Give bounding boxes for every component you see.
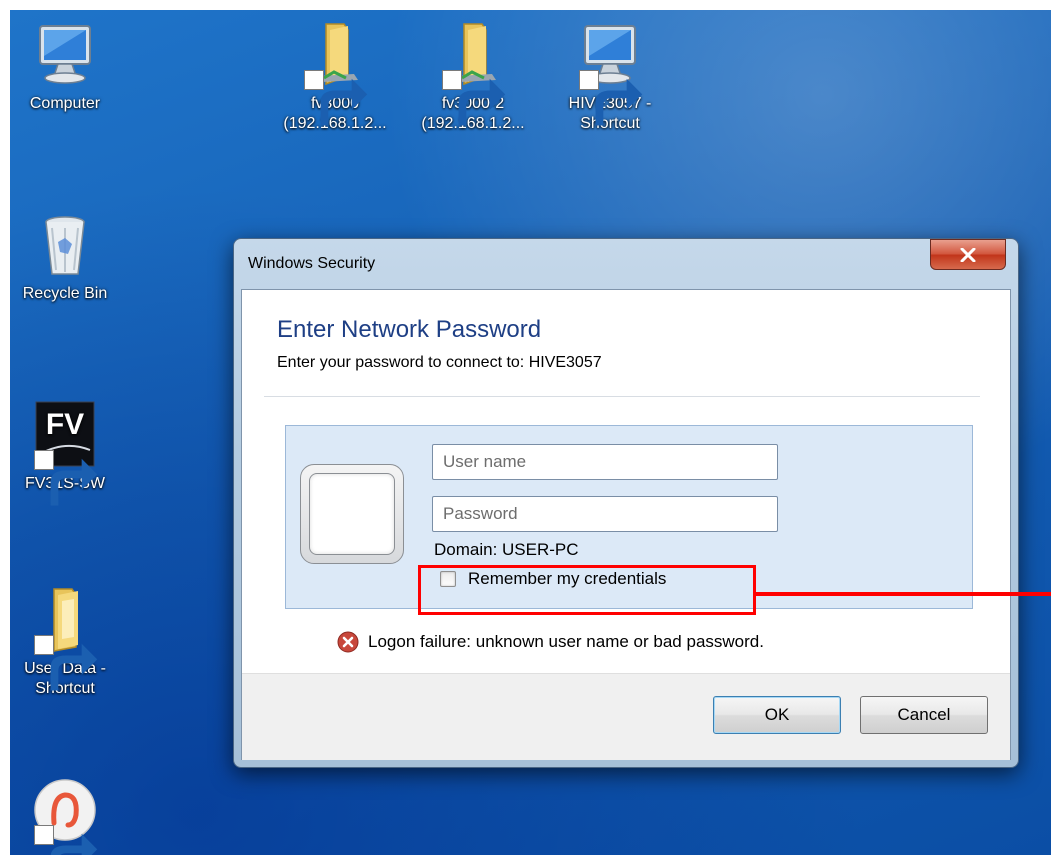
fv-app-icon: FV (30, 400, 100, 506)
username-input[interactable] (432, 444, 778, 480)
computer-monitor-icon (575, 20, 645, 126)
desktop-icon-computer[interactable]: Computer (10, 20, 120, 114)
folder-icon (30, 585, 100, 691)
cancel-button[interactable]: Cancel (860, 696, 988, 734)
shortcut-arrow-icon (579, 70, 643, 126)
domain-label: Domain: USER-PC (434, 540, 579, 559)
error-message: Logon failure: unknown user name or bad … (368, 632, 764, 651)
separator (264, 396, 980, 397)
desktop-icon-recycle-bin[interactable]: Recycle Bin (10, 210, 120, 304)
app-circle-icon (30, 775, 100, 855)
desktop-icon-hive3057[interactable]: HIVE3057 - Shortcut (555, 20, 665, 134)
dialog-subtext: Enter your password to connect to: HIVE3… (277, 354, 602, 371)
dialog-heading: Enter Network Password (277, 316, 542, 343)
annotation-highlight-box (418, 565, 756, 615)
ok-button[interactable]: OK (713, 696, 841, 734)
desktop-icon-fv31s-sw[interactable]: FV FV31S-SW (10, 400, 120, 506)
fv-logo-text: FV (46, 408, 84, 441)
desktop-icon-app[interactable] (10, 775, 120, 855)
shortcut-arrow-icon (34, 635, 98, 691)
error-icon (337, 631, 359, 653)
desktop-icon-label: Computer (29, 95, 101, 112)
desktop-icon-label: Recycle Bin (22, 285, 108, 302)
windows-security-dialog: Windows Security Enter Network Password … (233, 238, 1019, 768)
shortcut-arrow-icon (442, 70, 506, 126)
network-folder-icon (300, 20, 370, 126)
dialog-client-area: Enter Network Password Enter your passwo… (241, 289, 1011, 760)
close-button[interactable] (930, 239, 1006, 270)
shortcut-arrow-icon (34, 825, 98, 855)
desktop-icon-user-data[interactable]: User Data - Shortcut (10, 585, 120, 699)
window-title: Windows Security (248, 255, 376, 272)
shortcut-arrow-icon (34, 450, 98, 506)
error-message-row: Logon failure: unknown user name or bad … (337, 631, 764, 653)
annotation-pointer-line (756, 592, 1051, 596)
password-input[interactable] (432, 496, 778, 532)
shortcut-arrow-icon (304, 70, 368, 126)
user-tile-picture (309, 473, 395, 555)
close-icon (960, 247, 976, 262)
network-folder-icon (438, 20, 508, 126)
desktop-icon-fv3000-2[interactable]: fv3000-2 (192.168.1.2... (418, 20, 528, 134)
recycle-bin-icon (30, 210, 100, 280)
desktop-icon-fv3000[interactable]: fv3000 (192.168.1.2... (280, 20, 390, 134)
computer-monitor-icon (30, 20, 100, 90)
dialog-footer: OK Cancel (242, 673, 1010, 760)
user-tile-frame (300, 464, 404, 564)
